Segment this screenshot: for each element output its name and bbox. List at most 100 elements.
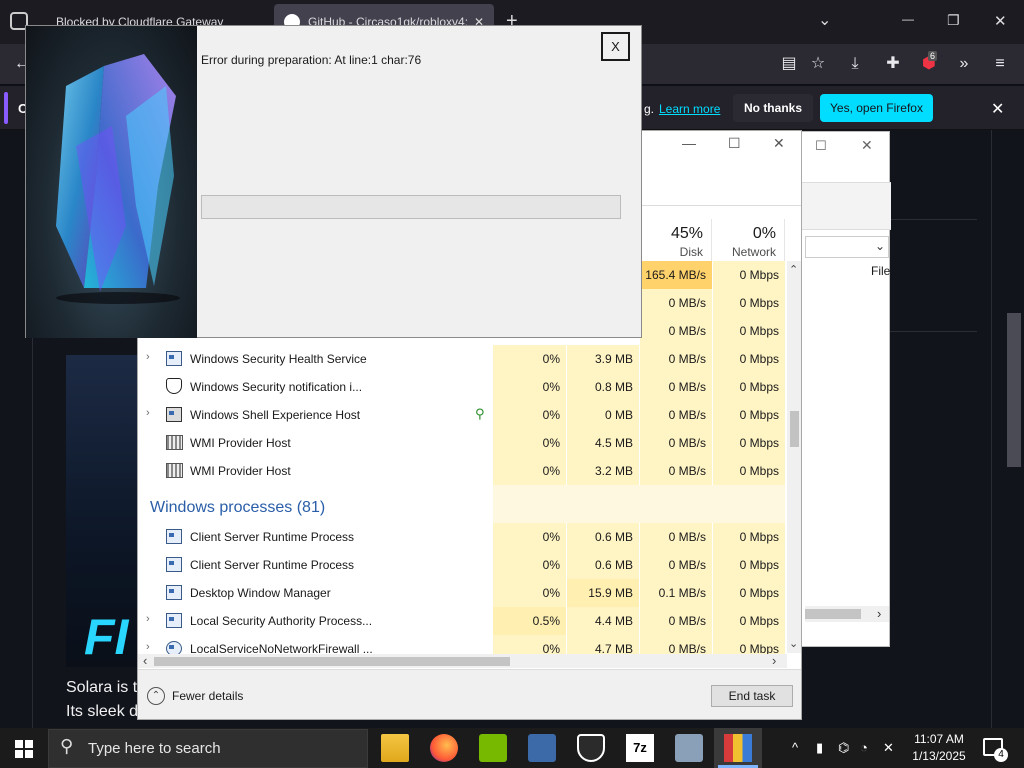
tray-chevron-icon[interactable]: ^ (792, 740, 798, 755)
downloads-icon[interactable]: ⤓ (843, 52, 867, 76)
network-cell: 0 Mbps (713, 607, 785, 635)
photos-icon[interactable] (675, 734, 703, 762)
disk-column-header[interactable]: 45% Disk (640, 219, 712, 263)
battery-icon[interactable]: ▮ (816, 740, 823, 756)
infobar-accent (4, 92, 8, 124)
table-row[interactable]: › Windows Shell Experience Host ⚲ 0% 0 M… (138, 401, 798, 429)
fewer-details-link[interactable]: Fewer details (172, 689, 243, 703)
disk-percent: 45% (670, 225, 703, 242)
network-cell: 0 Mbps (713, 261, 785, 289)
process-name: Client Server Runtime Process (190, 558, 355, 572)
group-title[interactable]: Windows processes (81) (150, 499, 325, 517)
memory-cell: 0.6 MB (567, 523, 639, 551)
scrollbar-thumb[interactable] (790, 411, 799, 447)
disk-label: Disk (679, 245, 703, 259)
scroll-right-icon[interactable]: › (772, 653, 776, 668)
minimize-icon[interactable]: — (902, 12, 914, 26)
infobar-close-icon[interactable]: ✕ (991, 99, 1004, 119)
extensions-icon[interactable]: ✚ (881, 52, 905, 76)
list-all-tabs-icon[interactable]: ⌄ (818, 10, 831, 30)
clock[interactable]: 11:07 AM 1/13/2025 (908, 731, 970, 765)
volume-muted-icon[interactable]: ✕ (883, 740, 894, 756)
scrollbar-thumb[interactable] (805, 609, 861, 619)
security-shield-icon[interactable] (577, 734, 605, 762)
table-row[interactable]: Windows Security notification i... 0% 0.… (138, 373, 798, 401)
file-explorer-icon[interactable] (381, 734, 409, 762)
firefox-icon[interactable] (430, 734, 458, 762)
page-text-line: Its sleek de (66, 703, 147, 720)
table-row[interactable]: Desktop Window Manager 0% 15.9 MB 0.1 MB… (138, 579, 798, 607)
process-name: Windows Shell Experience Host (190, 408, 361, 422)
7zip-icon[interactable]: 7z (626, 734, 654, 762)
cpu-cell: 0% (493, 551, 566, 579)
open-firefox-button[interactable]: Yes, open Firefox (820, 94, 933, 122)
extension-badge: 6 (928, 51, 938, 61)
network-icon[interactable]: ⌬ (838, 740, 849, 756)
network-cell: 0 Mbps (713, 523, 785, 551)
window-close-icon[interactable]: ✕ (994, 12, 1007, 30)
cpu-cell: 0% (493, 429, 566, 457)
scroll-up-icon[interactable]: ⌃ (789, 263, 798, 276)
network-cell: 0 Mbps (713, 401, 785, 429)
memory-cell: 15.9 MB (567, 579, 639, 607)
scroll-down-icon[interactable]: ⌄ (789, 637, 798, 650)
wmi-icon (166, 435, 183, 450)
address-box[interactable]: ⌄ (805, 236, 889, 258)
scrollbar-thumb[interactable] (154, 657, 510, 666)
search-placeholder[interactable]: Type here to search (88, 740, 221, 757)
overflow-chevrons-icon[interactable]: » (952, 52, 976, 76)
network-column-header[interactable]: 0% Network (713, 219, 785, 263)
table-row[interactable]: WMI Provider Host 0% 3.2 MB 0 MB/s 0 Mbp… (138, 457, 798, 485)
expand-chevron-icon[interactable]: › (146, 407, 156, 419)
no-thanks-button[interactable]: No thanks (733, 94, 813, 122)
memory-cell: 3.2 MB (567, 457, 639, 485)
table-row[interactable]: WMI Provider Host 0% 4.5 MB 0 MB/s 0 Mbp… (138, 429, 798, 457)
reader-view-icon[interactable]: ▤ (777, 52, 801, 76)
memory-cell: 4.7 MB (567, 635, 639, 654)
nvidia-icon[interactable] (479, 734, 507, 762)
infobar-text-end: g. (644, 102, 655, 116)
table-row[interactable]: › Local Security Authority Process... 0.… (138, 607, 798, 635)
cpu-cell: 0% (493, 373, 566, 401)
table-row[interactable]: › LocalServiceNoNetworkFirewall ... 0% 4… (138, 635, 798, 654)
crystal-artwork-image (26, 26, 197, 338)
learn-more-link[interactable]: Learn more (659, 102, 720, 116)
network-cell: 0 Mbps (713, 635, 785, 654)
error-dialog[interactable]: Error during preparation: At line:1 char… (25, 25, 642, 338)
maximize-icon[interactable]: ☐ (815, 138, 827, 154)
windows-start-icon[interactable] (15, 740, 33, 758)
background-window[interactable]: ☐ ✕ ⌄ File › (790, 131, 891, 647)
vertical-scrollbar[interactable] (787, 261, 801, 653)
scroll-right-icon[interactable]: › (877, 606, 881, 621)
network-cell: 0 Mbps (713, 429, 785, 457)
close-icon[interactable]: ✕ (773, 135, 785, 152)
network-app-icon[interactable] (528, 734, 556, 762)
expand-chevron-icon[interactable]: › (146, 351, 156, 363)
disk-cell: 0 MB/s (640, 523, 712, 551)
end-task-button[interactable]: End task (711, 685, 793, 707)
collapse-chevron-icon[interactable]: ⌃ (147, 687, 165, 705)
expand-chevron-icon[interactable]: › (146, 641, 156, 653)
maximize-icon[interactable]: ☐ (728, 135, 741, 152)
scroll-left-icon[interactable]: ‹ (143, 653, 147, 668)
network-cell: 0 Mbps (713, 551, 785, 579)
bookmark-star-icon[interactable]: ☆ (806, 52, 830, 76)
disk-cell: 0 MB/s (640, 289, 712, 317)
chevron-down-icon[interactable]: ⌄ (875, 239, 885, 253)
file-column-header[interactable]: File (871, 264, 890, 278)
minimize-icon[interactable]: — (682, 135, 696, 151)
restore-icon[interactable]: ❐ (947, 12, 960, 29)
task-manager-icon[interactable] (724, 734, 752, 762)
expand-chevron-icon[interactable]: › (146, 613, 156, 625)
process-name: Client Server Runtime Process (190, 530, 355, 544)
page-scrollbar-thumb[interactable] (1007, 313, 1021, 467)
hamburger-menu-icon[interactable]: ≡ (988, 52, 1012, 76)
network-cell: 0 Mbps (713, 317, 785, 345)
table-row[interactable]: Client Server Runtime Process 0% 0.6 MB … (138, 551, 798, 579)
table-row[interactable]: Client Server Runtime Process 0% 0.6 MB … (138, 523, 798, 551)
dialog-close-button[interactable]: X (601, 32, 630, 61)
wifi-icon[interactable]: ◔ (860, 740, 868, 755)
disk-cell: 0 MB/s (640, 635, 712, 654)
close-icon[interactable]: ✕ (861, 137, 873, 154)
table-row[interactable]: › Windows Security Health Service 0% 3.9… (138, 345, 798, 373)
